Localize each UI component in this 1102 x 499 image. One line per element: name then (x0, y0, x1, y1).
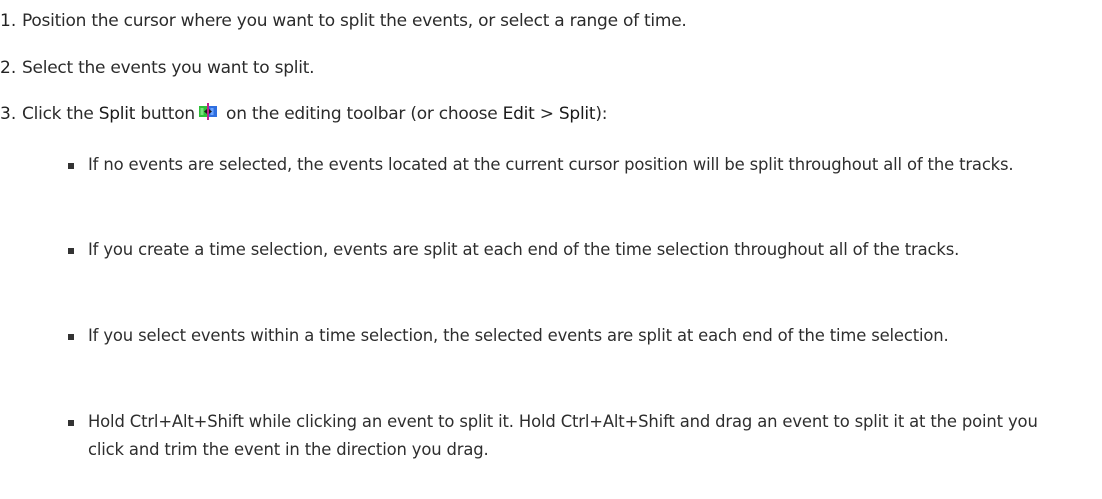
bullet-item: If you create a time selection, events a… (68, 236, 1078, 264)
step-3: 3. Click the Split button on the editing … (0, 103, 607, 125)
bullet-text: If you create a time selection, events a… (88, 240, 960, 259)
edit-keyword: Edit (502, 104, 535, 124)
bullet-text: If no events are selected, the events lo… (88, 155, 1014, 174)
step-number: 2. (0, 58, 17, 78)
split-keyword: Split (98, 104, 136, 124)
step-text: Select the events you want to split. (22, 58, 315, 78)
bullet-item: Hold Ctrl+Alt+Shift while clicking an ev… (68, 408, 1078, 464)
step-text-part: button (135, 104, 195, 124)
bullet-item: If no events are selected, the events lo… (68, 151, 1078, 179)
step-number: 1. (0, 11, 17, 31)
step-text-part: Click the (22, 104, 99, 124)
bullet-item: If you select events within a time selec… (68, 322, 1078, 350)
split-icon (198, 103, 217, 120)
step-2: 2. Select the events you want to split. (0, 57, 315, 79)
split-keyword: Split (558, 104, 596, 124)
step-1: 1. Position the cursor where you want to … (0, 10, 687, 32)
bullet-marker (68, 163, 74, 169)
bullet-text: If you select events within a time selec… (88, 326, 949, 345)
step-number: 3. (0, 104, 17, 124)
document: 1. Position the cursor where you want to … (0, 0, 1102, 499)
bullet-text: Hold Ctrl+Alt+Shift while clicking an ev… (88, 412, 1038, 459)
menu-separator: > (534, 104, 559, 124)
bullet-marker (68, 420, 74, 426)
step-text: Click the Split button on the editing to… (22, 103, 608, 124)
bullet-marker (68, 334, 74, 340)
step-text-part: ): (595, 104, 608, 124)
step-text: Position the cursor where you want to sp… (22, 11, 687, 31)
bullet-marker (68, 248, 74, 254)
step-text-part: on the editing toolbar (or choose (220, 104, 503, 124)
